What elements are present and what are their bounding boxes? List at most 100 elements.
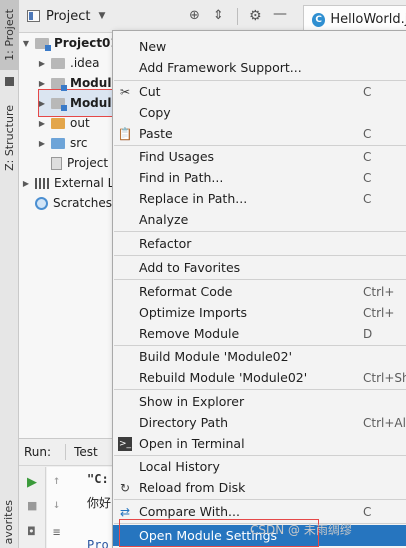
run-panel: Run: Test ▶ ■ ◘ ↑ ↓ ≡ "C: 你好 Pro	[19, 438, 119, 548]
tree-item-label: Project	[67, 156, 109, 170]
console-line: "C:	[87, 472, 109, 486]
menu-separator	[114, 255, 406, 256]
menu-item-copy[interactable]: Copy	[113, 102, 406, 123]
structure-tool-tab[interactable]: Z: Structure	[0, 96, 19, 180]
menu-separator	[114, 499, 406, 500]
menu-item-open-in-terminal[interactable]: >_ Open in Terminal	[113, 433, 406, 454]
camera-icon[interactable]: ◘	[27, 525, 36, 538]
source-folder-icon	[51, 137, 65, 149]
rerun-icon[interactable]: ▶	[27, 475, 37, 490]
collapse-arrow-icon[interactable]: ▶	[37, 99, 47, 108]
tree-item-project01[interactable]: ▼ Project01	[21, 33, 119, 53]
excluded-folder-icon	[51, 117, 65, 129]
terminal-icon: >_	[118, 436, 132, 451]
menu-item-replace-in-path[interactable]: Replace in Path... C	[113, 188, 406, 209]
tree-item-external-libraries[interactable]: ▶ External L	[21, 173, 114, 193]
tree-item-label: Scratches	[53, 196, 113, 210]
menu-item-reformat-code[interactable]: Reformat Code Ctrl+	[113, 281, 406, 302]
project-panel-header: Project ▼ ⊕ ⇕ ⚙ — C HelloWorld.jav	[19, 0, 406, 33]
tree-item-module02[interactable]: ▶ Modul	[37, 93, 111, 113]
menu-item-cut[interactable]: ✂ Cut C	[113, 81, 406, 102]
collapse-all-icon[interactable]: ⇕	[213, 8, 224, 23]
run-console: ↑ ↓ ≡ "C: 你好 Pro	[47, 467, 119, 548]
clipboard-icon: 📋	[117, 126, 133, 141]
tree-item-label: Project01	[54, 36, 119, 50]
expand-arrow-icon[interactable]: ▼	[21, 39, 31, 48]
context-menu: New Add Framework Support... ✂ Cut C Copy…	[112, 30, 406, 548]
menu-separator	[114, 389, 406, 390]
gear-icon[interactable]: ⚙	[249, 8, 262, 24]
project-tool-tab-label: 1: Project	[3, 9, 16, 61]
module-folder-icon	[51, 97, 67, 111]
menu-item-directory-path[interactable]: Directory Path Ctrl+Al	[113, 412, 406, 433]
collapse-arrow-icon[interactable]: ▶	[21, 179, 31, 188]
chevron-down-icon[interactable]: ▼	[98, 11, 105, 21]
menu-item-refactor[interactable]: Refactor	[113, 233, 406, 254]
menu-item-remove-module[interactable]: Remove Module D	[113, 323, 406, 344]
menu-item-reload-from-disk[interactable]: ↻ Reload from Disk	[113, 477, 406, 498]
menu-item-paste[interactable]: 📋 Paste C	[113, 123, 406, 144]
run-tab-test[interactable]: Test	[65, 444, 98, 460]
module-folder-icon	[51, 77, 67, 91]
tree-item-idea[interactable]: ▶ .idea	[37, 53, 100, 73]
menu-item-add-framework-support[interactable]: Add Framework Support...	[113, 57, 406, 78]
tree-item-label: out	[70, 116, 90, 130]
tree-item-label: Modul	[70, 96, 112, 110]
scissors-icon: ✂	[119, 84, 131, 99]
tree-item-label: .idea	[70, 56, 100, 70]
locate-icon[interactable]: ⊕	[189, 8, 200, 23]
soft-wrap-icon[interactable]: ≡	[53, 525, 60, 539]
tree-item-label: External L	[54, 176, 115, 190]
menu-item-find-usages[interactable]: Find Usages C	[113, 146, 406, 167]
tree-item-out[interactable]: ▶ out	[37, 113, 90, 133]
collapse-arrow-icon[interactable]: ▶	[37, 119, 47, 128]
project-folder-icon	[0, 70, 19, 90]
project-tool-tab[interactable]: 1: Project	[0, 0, 19, 70]
project-tree: ▼ Project01 ▶ .idea ▶ Modul ▶ Modul ▶ ou…	[19, 33, 119, 438]
menu-item-find-in-path[interactable]: Find in Path... C	[113, 167, 406, 188]
run-panel-title: Run:	[24, 445, 52, 459]
tree-item-label: Modul	[70, 76, 112, 90]
java-class-icon: C	[312, 12, 326, 27]
run-toolbar: ▶ ■ ◘	[19, 467, 46, 548]
library-icon	[35, 177, 49, 189]
folder-icon	[51, 57, 65, 69]
watermark: CSDN @ 未雨绸缪	[250, 523, 352, 537]
up-arrow-icon[interactable]: ↑	[53, 473, 60, 487]
menu-item-rebuild-module[interactable]: Rebuild Module 'Module02' Ctrl+Sh	[113, 367, 406, 388]
file-icon	[51, 156, 62, 170]
menu-separator	[114, 279, 406, 280]
menu-item-new[interactable]: New	[113, 36, 406, 57]
tree-item-module01[interactable]: ▶ Modul	[37, 73, 111, 93]
menu-item-analyze[interactable]: Analyze	[113, 209, 406, 230]
hide-icon[interactable]: —	[273, 6, 287, 22]
scratches-icon	[35, 196, 48, 210]
console-line: 你好	[87, 496, 112, 510]
tree-item-scratches[interactable]: Scratches	[31, 193, 112, 213]
menu-item-optimize-imports[interactable]: Optimize Imports Ctrl+	[113, 302, 406, 323]
favorites-tool-tab-label[interactable]: avorites	[2, 500, 15, 544]
project-view-title[interactable]: Project	[46, 9, 90, 24]
collapse-arrow-icon[interactable]: ▶	[37, 139, 47, 148]
project-view-icon	[27, 10, 40, 22]
refresh-icon: ↻	[119, 480, 131, 495]
menu-item-build-module[interactable]: Build Module 'Module02'	[113, 346, 406, 367]
console-line: Pro	[87, 538, 109, 548]
menu-item-show-in-explorer[interactable]: Show in Explorer	[113, 391, 406, 412]
collapse-arrow-icon[interactable]: ▶	[37, 79, 47, 88]
tree-item-src[interactable]: ▶ src	[37, 133, 88, 153]
stop-icon[interactable]: ■	[27, 499, 37, 512]
module-folder-icon	[35, 37, 51, 51]
tree-item-label: src	[70, 136, 88, 150]
tool-window-stripe: 1: Project Z: Structure	[0, 0, 19, 548]
tab-label: HelloWorld.jav	[330, 12, 406, 27]
down-arrow-icon[interactable]: ↓	[53, 497, 60, 511]
tree-item-project-iml[interactable]: Project	[47, 153, 108, 173]
menu-item-local-history[interactable]: Local History	[113, 456, 406, 477]
structure-tool-tab-label: Z: Structure	[3, 105, 16, 171]
compare-icon: ⇄	[119, 504, 131, 519]
collapse-arrow-icon[interactable]: ▶	[37, 59, 47, 68]
menu-item-add-to-favorites[interactable]: Add to Favorites	[113, 257, 406, 278]
menu-separator	[114, 231, 406, 232]
tab-helloworld[interactable]: C HelloWorld.jav	[303, 5, 406, 33]
